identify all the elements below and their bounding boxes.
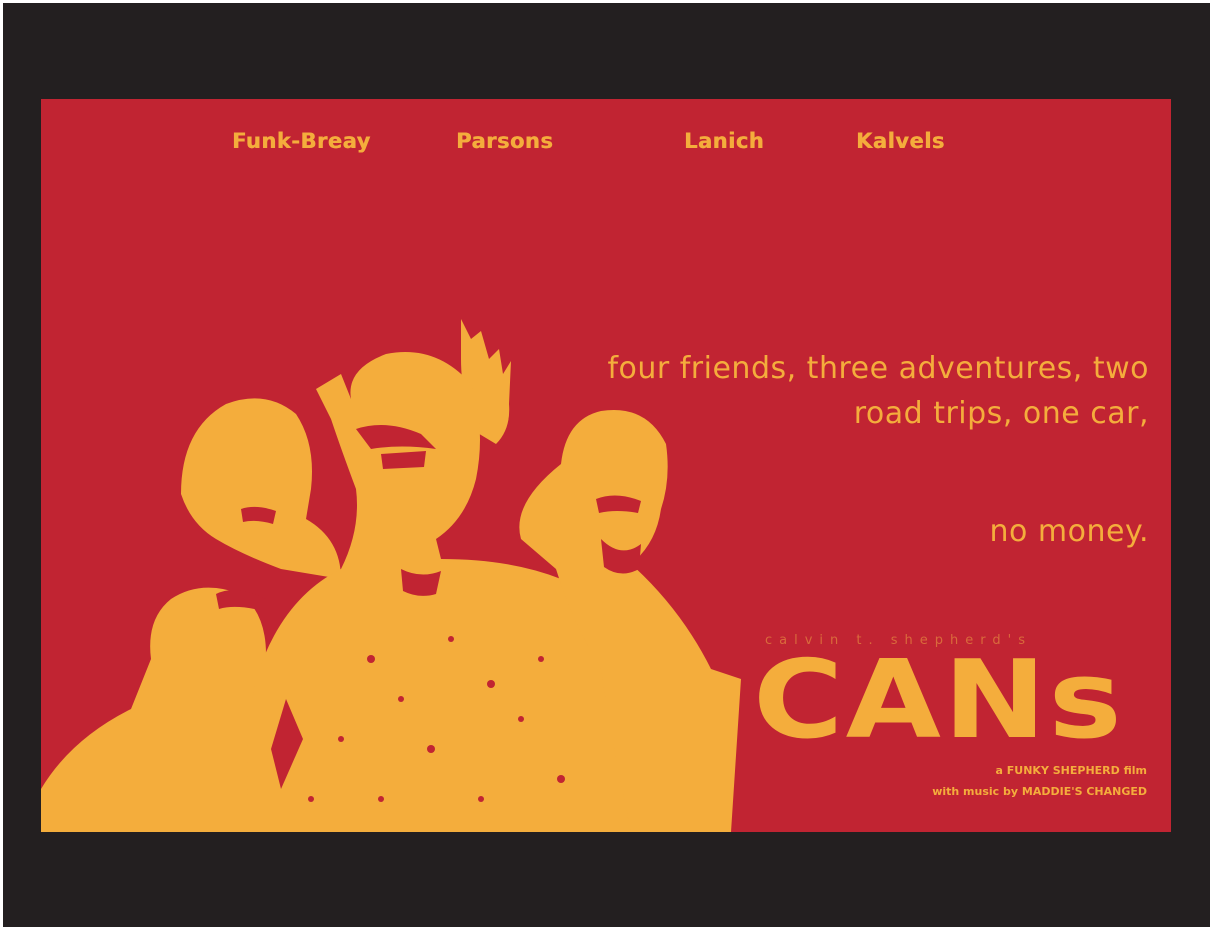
cast-credits: Funk-Breay Parsons Lanich Kalvels: [41, 129, 1171, 169]
cast-name: Parsons: [456, 129, 554, 153]
movie-poster: Funk-Breay Parsons Lanich Kalvels four f…: [41, 99, 1171, 832]
cast-name: Kalvels: [856, 129, 945, 153]
tagline-line-2: road trips, one car,: [853, 396, 1149, 431]
music-credit: with music by MADDIE'S CHANGED: [932, 785, 1147, 798]
tagline-line-1: four friends, three adventures, two: [607, 351, 1149, 386]
cast-name: Lanich: [684, 129, 765, 153]
movie-title: CANs: [753, 638, 1125, 763]
cast-name: Funk-Breay: [232, 129, 371, 153]
tagline-line-3: no money.: [989, 514, 1149, 549]
production-credit: a FUNKY SHEPHERD film: [995, 764, 1147, 777]
